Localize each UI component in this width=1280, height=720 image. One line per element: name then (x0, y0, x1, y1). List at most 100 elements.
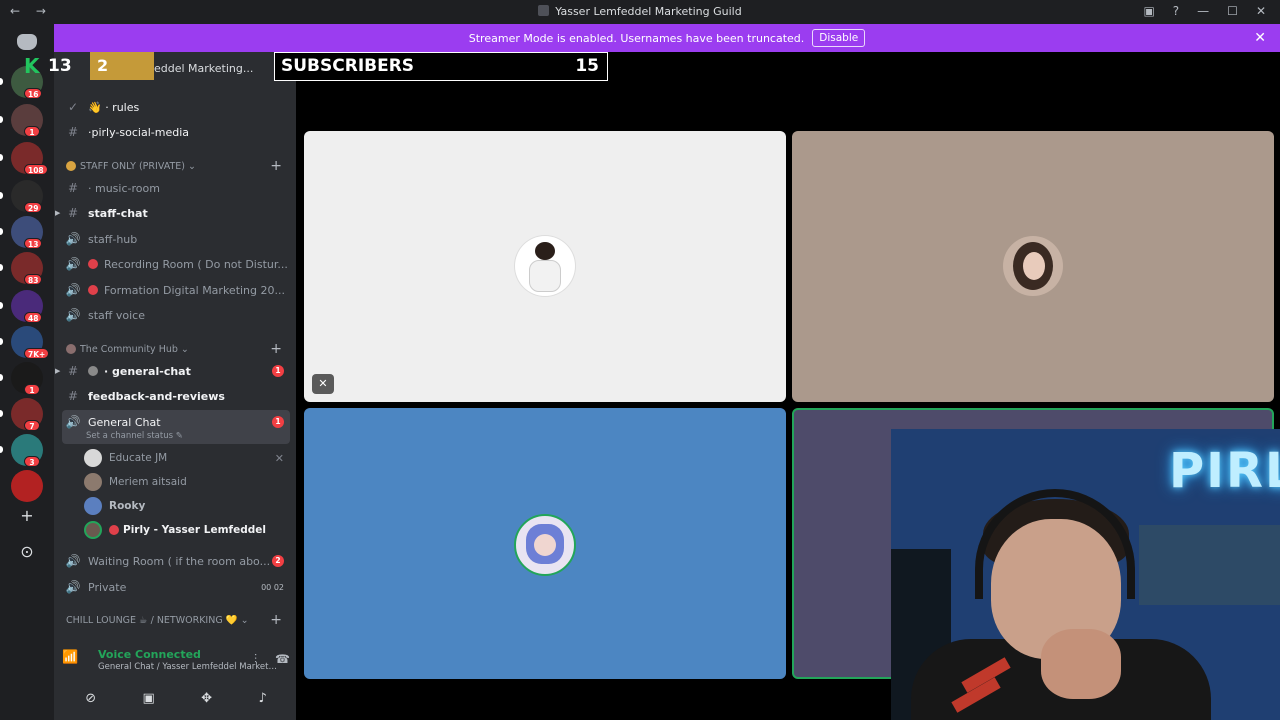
speaker-icon: 🔊 (65, 415, 81, 429)
unread-pill: ▶ (55, 209, 61, 217)
disconnect-icon[interactable]: ☎ (275, 652, 290, 667)
channel-pirly-social-media[interactable]: # ·pirly-social-media (62, 120, 290, 144)
red-emoji-icon (109, 525, 119, 535)
activities-icon[interactable]: ✥ (201, 691, 212, 706)
community-emoji-icon (66, 344, 76, 354)
minimize-button[interactable]: — (1197, 4, 1209, 18)
avatar (84, 521, 102, 539)
channel-general-chat[interactable]: ▶ # · general-chat 1 (55, 359, 290, 383)
close-icon[interactable]: ✕ (1254, 30, 1266, 46)
voice-connected-title[interactable]: Voice Connected (98, 648, 201, 661)
speaker-icon: 🔊 (65, 257, 81, 271)
streamer-mode-banner: Streamer Mode is enabled. Usernames have… (54, 24, 1280, 52)
voice-user[interactable]: Educate JM ✕ (84, 447, 284, 469)
subscribers-label: SUBSCRIBERS (281, 56, 415, 76)
subscriber-overlay: K 13 2 eddel Marketing... SUBSCRIBERS 15 (24, 52, 608, 81)
window-title: Yasser Lemfeddel Marketing Guild (0, 5, 1280, 18)
soundboard-icon[interactable]: ♪ (258, 691, 266, 706)
add-server-icon[interactable]: + (17, 506, 37, 526)
server-badge: 48 (24, 312, 43, 323)
hash-icon: # (67, 364, 79, 378)
mic-muted-icon: ✕ (274, 451, 284, 465)
discord-home-icon[interactable] (17, 34, 37, 50)
voice-user[interactable]: Meriem aitsaid (84, 471, 284, 493)
speaker-icon: 🔊 (65, 580, 81, 594)
channel-waiting-room[interactable]: 🔊 Waiting Room ( if the room abo... 2 (62, 549, 290, 573)
category-chill-lounge[interactable]: CHILL LOUNGE ☕ / NETWORKING 💛 ⌄ + (66, 612, 290, 628)
video-tile[interactable] (304, 408, 786, 679)
participant-avatar (514, 514, 576, 576)
maximize-button[interactable]: ☐ (1227, 4, 1238, 18)
server-badge: 29 (24, 202, 43, 213)
mention-badge: 2 (272, 555, 284, 567)
discover-icon[interactable]: ⊙ (17, 542, 37, 562)
participant-avatar (515, 236, 575, 296)
channel-staff-hub[interactable]: 🔊 staff-hub (62, 227, 290, 251)
hash-icon: # (67, 206, 79, 220)
voice-user[interactable]: Pirly - Yasser Lemfeddel (84, 519, 284, 541)
server-badge: 1 (24, 384, 40, 395)
close-window-button[interactable]: ✕ (1256, 4, 1266, 18)
noise-suppression-icon[interactable]: ⫶ (254, 652, 257, 667)
category-community-hub[interactable]: The Community Hub ⌄ + (66, 341, 290, 357)
overlay-count-left: 13 (48, 56, 72, 76)
mention-badge: 1 (272, 416, 284, 428)
channel-music-room[interactable]: # · music-room (62, 176, 290, 200)
camera-off-icon[interactable]: ⊘ (85, 691, 96, 706)
kick-logo: K (24, 54, 40, 78)
voice-connected-subtitle[interactable]: General Chat / Yasser Lemfeddel Marketin… (98, 662, 278, 672)
voice-actions: ⊘ ▣ ✥ ♪ (62, 684, 290, 712)
avatar (84, 497, 102, 515)
screen-share-icon[interactable]: ▣ (142, 691, 154, 706)
window-titlebar: ← → Yasser Lemfeddel Marketing Guild ▣ ?… (0, 0, 1280, 24)
help-icon[interactable]: ? (1173, 4, 1179, 18)
general-emoji-icon (88, 366, 98, 376)
overlay-count-gold: 2 (97, 56, 109, 75)
server-icon[interactable] (11, 470, 43, 502)
category-staff[interactable]: STAFF ONLY (PRIVATE) ⌄ + (66, 158, 290, 174)
hash-icon: # (67, 181, 79, 195)
participant-avatar (1003, 236, 1063, 296)
speaker-icon: 🔊 (65, 308, 81, 322)
add-channel-icon[interactable]: + (270, 341, 282, 357)
channel-recording-room[interactable]: 🔊 Recording Room ( Do not Distur... (62, 252, 290, 276)
channel-private[interactable]: 🔊 Private 00 02 (62, 575, 290, 599)
neon-sign: PIRL (1169, 443, 1280, 499)
speaker-icon: 🔊 (65, 283, 81, 297)
server-badge: 108 (24, 164, 48, 175)
channel-staff-chat[interactable]: ▶ # staff-chat (55, 201, 290, 225)
video-tile[interactable] (792, 131, 1274, 402)
rules-icon: ✓ (67, 100, 79, 114)
red-circle-icon (88, 259, 98, 269)
server-badge: 83 (24, 274, 43, 285)
video-tile[interactable]: ✕ (304, 131, 786, 402)
server-badge: 7 (24, 420, 40, 431)
server-icon (538, 5, 550, 16)
server-badge: 16 (24, 88, 43, 99)
add-channel-icon[interactable]: + (270, 158, 282, 174)
webcam-feed: PIRL (891, 429, 1280, 720)
channel-formation-digital-marketing[interactable]: 🔊 Formation Digital Marketing 20... (62, 278, 290, 302)
server-badge: 3 (24, 456, 40, 467)
server-badge: 1 (24, 126, 40, 137)
hash-icon: # (67, 389, 79, 403)
signal-icon[interactable]: 📶 (62, 650, 78, 665)
speaker-icon: 🔊 (65, 232, 81, 246)
channel-rules[interactable]: ✓ 👋 · rules (62, 95, 290, 119)
disable-button[interactable]: Disable (812, 29, 866, 47)
subscribers-count: 15 (575, 56, 599, 76)
mention-badge: 1 (272, 365, 284, 377)
voice-user[interactable]: Rooky (84, 495, 284, 517)
channel-feedback-and-reviews[interactable]: # feedback-and-reviews (62, 384, 290, 408)
subscriber-counter: SUBSCRIBERS 15 (274, 52, 608, 81)
red-circle-icon (88, 285, 98, 295)
channel-staff-voice[interactable]: 🔊 staff voice (62, 303, 290, 327)
channel-status[interactable]: Set a channel status ✎ (86, 431, 183, 441)
server-badge: 7K+ (24, 348, 50, 359)
add-channel-icon[interactable]: + (270, 612, 282, 628)
inbox-icon[interactable]: ▣ (1143, 4, 1154, 18)
lock-icon (66, 161, 76, 171)
channel-sidebar: ✓ 👋 · rules # ·pirly-social-media STAFF … (54, 52, 296, 720)
server-name[interactable]: eddel Marketing... (154, 62, 253, 75)
mic-muted-icon: ✕ (312, 374, 334, 394)
